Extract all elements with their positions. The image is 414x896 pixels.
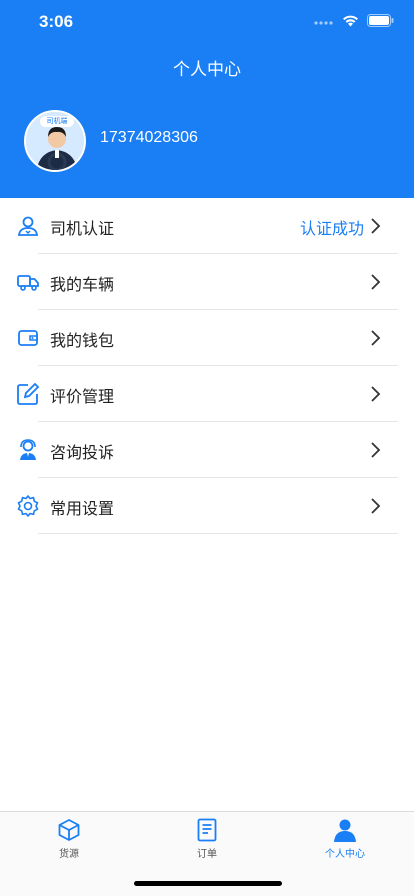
- avatar-badge: 司机端: [40, 116, 74, 127]
- driver-id-icon: [17, 216, 39, 236]
- chevron-right-icon: [371, 274, 381, 290]
- wifi-icon: [343, 15, 358, 27]
- menu-item-review-management[interactable]: 评价管理: [0, 366, 414, 422]
- menu-label: 咨询投诉: [50, 443, 115, 462]
- home-indicator: [134, 881, 282, 886]
- menu-item-my-wallet[interactable]: 我的钱包: [0, 310, 414, 366]
- menu-item-my-vehicles[interactable]: 我的车辆: [0, 254, 414, 310]
- chevron-right-icon: [371, 218, 381, 234]
- chevron-right-icon: [371, 330, 381, 346]
- chevron-right-icon: [371, 442, 381, 458]
- menu-item-consult-complaint[interactable]: 咨询投诉: [0, 422, 414, 478]
- tab-orders[interactable]: 订单: [138, 812, 276, 862]
- menu-list: 司机认证 认证成功 我的车辆 我的钱包 评价管理 咨询投诉 常用设置: [0, 198, 414, 534]
- signal-icon: [314, 20, 333, 25]
- divider: [38, 533, 398, 534]
- menu-label: 评价管理: [50, 387, 115, 406]
- menu-item-settings[interactable]: 常用设置: [0, 478, 414, 534]
- box-icon: [58, 819, 80, 841]
- wallet-icon: [18, 330, 38, 346]
- menu-label: 我的车辆: [50, 275, 115, 294]
- tab-label: 个人中心: [325, 849, 365, 860]
- gear-icon: [17, 495, 39, 517]
- edit-icon: [17, 382, 40, 405]
- tab-cargo-source[interactable]: 货源: [0, 812, 138, 862]
- person-icon: [334, 819, 356, 842]
- menu-label: 我的钱包: [50, 331, 115, 350]
- certification-status: 认证成功: [299, 219, 364, 238]
- tab-label: 货源: [59, 849, 79, 860]
- battery-icon: [367, 14, 394, 27]
- truck-icon: [17, 275, 39, 291]
- status-icons: [314, 14, 394, 27]
- menu-label: 司机认证: [50, 219, 115, 238]
- phone-number: 17374028306: [100, 129, 198, 146]
- chevron-right-icon: [371, 498, 381, 514]
- support-agent-icon: [20, 439, 36, 460]
- menu-label: 常用设置: [50, 499, 115, 518]
- tab-profile[interactable]: 个人中心: [276, 812, 414, 862]
- avatar[interactable]: 司机端: [24, 110, 86, 172]
- chevron-right-icon: [371, 386, 381, 402]
- document-icon: [197, 818, 217, 842]
- profile-header: 3:06 个人中心 司机端 17374028306: [0, 0, 414, 198]
- status-time: 3:06: [39, 12, 74, 31]
- tab-label: 订单: [197, 849, 217, 860]
- page-title: 个人中心: [173, 60, 241, 80]
- menu-item-driver-certification[interactable]: 司机认证 认证成功: [0, 198, 414, 254]
